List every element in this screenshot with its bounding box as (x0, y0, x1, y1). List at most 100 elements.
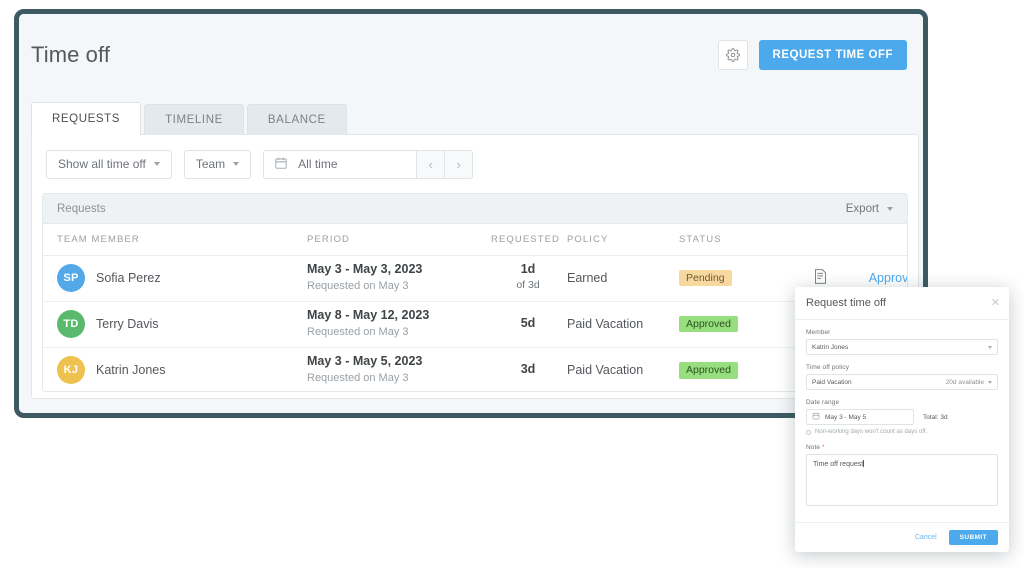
member-select[interactable]: Katrin Jones (806, 339, 998, 355)
requested-days: 1d (491, 262, 565, 278)
table-toolbar-title: Requests (57, 203, 106, 215)
cell-requested: 1d of 3d (491, 255, 565, 301)
modal-date-range-value: May 3 - May 5 (825, 414, 866, 421)
tab-timeline[interactable]: TIMELINE (144, 104, 244, 135)
page-title: Time off (31, 42, 110, 68)
avatar: KJ (57, 356, 85, 384)
modal-date-range-input[interactable]: May 3 - May 5 (806, 409, 914, 425)
tab-bar: REQUESTS TIMELINE BALANCE (31, 102, 350, 135)
requested-days: 5d (491, 316, 565, 332)
column-team-member: TEAM MEMBER (43, 224, 305, 255)
column-note (793, 224, 847, 255)
next-period-button[interactable]: › (445, 150, 473, 179)
table-row[interactable]: SP Sofia Perez May 3 - May 3, 2023 Reque… (43, 255, 908, 301)
table-row[interactable]: TD Terry Davis May 8 - May 12, 2023 Requ… (43, 301, 908, 347)
period-dates: May 8 - May 12, 2023 (307, 308, 491, 324)
chevron-down-icon (988, 381, 992, 384)
cell-status: Approved (677, 347, 793, 392)
avatar: TD (57, 310, 85, 338)
approve-button[interactable]: Approve (869, 271, 908, 285)
member-name: Sofia Perez (96, 271, 161, 285)
calendar-icon (812, 412, 820, 422)
cell-period: May 8 - May 12, 2023 Requested on May 3 (305, 301, 491, 347)
table-head: TEAM MEMBER PERIOD REQUESTED POLICY STAT… (43, 224, 908, 255)
avatar: SP (57, 264, 85, 292)
cell-team-member: TD Terry Davis (43, 301, 305, 347)
chevron-down-icon (887, 207, 893, 211)
modal-header: Request time off ✕ (795, 287, 1009, 320)
date-range-field-label: Date range (806, 399, 998, 406)
status-badge: Pending (679, 270, 732, 287)
request-time-off-modal: Request time off ✕ Member Katrin Jones T… (795, 287, 1009, 552)
show-all-time-off-select[interactable]: Show all time off (46, 150, 172, 179)
note-label-text: Note (806, 444, 820, 451)
app-window-inner: Time off REQUEST TIME OFF REQUESTS TIMEL… (19, 14, 923, 413)
close-icon[interactable]: ✕ (991, 298, 1000, 309)
tab-requests[interactable]: REQUESTS (31, 102, 141, 135)
content-card: Show all time off Team (31, 134, 919, 399)
period-dates: May 3 - May 5, 2023 (307, 354, 491, 370)
chevron-down-icon (154, 162, 160, 166)
requests-table-container: Requests Export TEAM MEMBER PERIOD REQUE… (42, 193, 908, 392)
member-name: Katrin Jones (96, 363, 165, 377)
policy-field-label: Time off policy (806, 364, 998, 371)
member-name: Terry Davis (96, 317, 159, 331)
chevron-right-icon: › (457, 157, 461, 172)
table-header-row: TEAM MEMBER PERIOD REQUESTED POLICY STAT… (43, 224, 908, 255)
team-label: Team (196, 157, 225, 171)
column-policy: POLICY (565, 224, 677, 255)
page-header: Time off REQUEST TIME OFF (19, 14, 923, 100)
prev-period-button[interactable]: ‹ (417, 150, 445, 179)
status-badge: Approved (679, 316, 738, 333)
show-all-time-off-label: Show all time off (58, 157, 146, 171)
cell-requested: 5d (491, 301, 565, 347)
request-time-off-button[interactable]: REQUEST TIME OFF (759, 40, 907, 70)
required-asterisk: * (822, 444, 825, 451)
policy-select[interactable]: Paid Vacation 20d available (806, 374, 998, 390)
requested-of: of 3d (491, 278, 565, 294)
export-button[interactable]: Export (846, 203, 893, 215)
column-requested: REQUESTED (491, 224, 565, 255)
submit-button[interactable]: SUBMIT (949, 530, 998, 545)
app-window: Time off REQUEST TIME OFF REQUESTS TIMEL… (14, 9, 928, 418)
note-textarea[interactable]: Time off request (806, 454, 998, 506)
column-period: PERIOD (305, 224, 491, 255)
header-actions: REQUEST TIME OFF (718, 40, 907, 70)
cell-period: May 3 - May 5, 2023 Requested on May 3 (305, 347, 491, 392)
table-row[interactable]: KJ Katrin Jones May 3 - May 5, 2023 Requ… (43, 347, 908, 392)
team-select[interactable]: Team (184, 150, 251, 179)
cell-policy: Paid Vacation (565, 301, 677, 347)
export-label: Export (846, 203, 879, 215)
text-cursor (863, 460, 864, 467)
date-range-field[interactable]: All time (263, 150, 417, 179)
cell-policy: Earned (565, 255, 677, 301)
period-requested-on: Requested on May 3 (307, 278, 491, 295)
chevron-down-icon (233, 162, 239, 166)
modal-footer: Cancel SUBMIT (795, 522, 1009, 552)
requested-days: 3d (491, 362, 565, 378)
gear-icon (726, 48, 740, 62)
requests-table: TEAM MEMBER PERIOD REQUESTED POLICY STAT… (43, 224, 908, 392)
chevron-left-icon: ‹ (429, 157, 433, 172)
cancel-button[interactable]: Cancel (915, 534, 937, 541)
policy-select-value: Paid Vacation (812, 379, 852, 386)
period-dates: May 3 - May 3, 2023 (307, 262, 491, 278)
cell-team-member: KJ Katrin Jones (43, 347, 305, 392)
note-value: Time off request (813, 461, 863, 468)
calendar-icon (274, 156, 288, 173)
table-toolbar: Requests Export (43, 194, 907, 224)
chevron-down-icon (988, 346, 992, 349)
modal-body: Member Katrin Jones Time off policy Paid… (795, 320, 1009, 506)
cell-period: May 3 - May 3, 2023 Requested on May 3 (305, 255, 491, 301)
non-working-days-hint: Non-working days won't count as days off… (806, 429, 998, 435)
date-range-row: May 3 - May 5 Total: 3d (806, 409, 998, 425)
info-icon (806, 430, 811, 435)
cell-policy: Paid Vacation (565, 347, 677, 392)
tab-balance[interactable]: BALANCE (247, 104, 347, 135)
hint-text: Non-working days won't count as days off… (815, 429, 927, 435)
modal-title: Request time off (806, 297, 886, 309)
settings-button[interactable] (718, 40, 748, 70)
note-icon[interactable] (813, 268, 828, 288)
cell-requested: 3d (491, 347, 565, 392)
cell-status: Approved (677, 301, 793, 347)
